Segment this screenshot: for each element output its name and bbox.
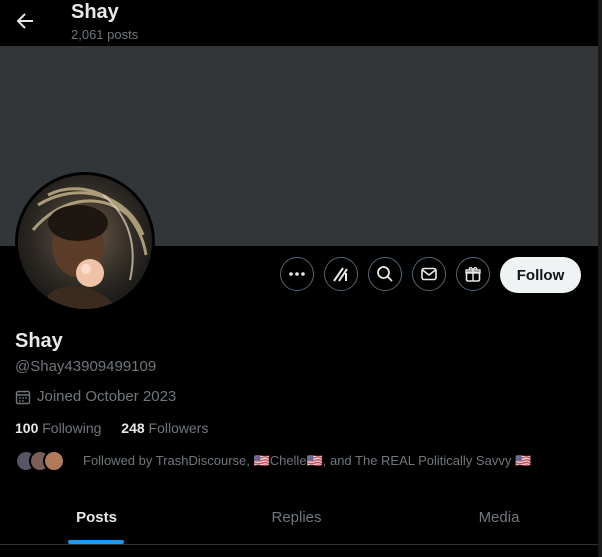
- followed-by-text: Followed by TrashDiscourse, 🇺🇸Chelle🇺🇸, …: [83, 453, 532, 468]
- following-label: Following: [42, 420, 102, 436]
- follow-counts: 100 Following 248 Followers: [15, 420, 224, 436]
- search-icon: [377, 266, 393, 282]
- tab-replies[interactable]: Replies: [200, 490, 393, 544]
- joined-date: Joined October 2023: [15, 388, 176, 405]
- posts-count: 2,061 posts: [71, 27, 139, 42]
- followed-by[interactable]: Followed by TrashDiscourse, 🇺🇸Chelle🇺🇸, …: [15, 450, 531, 472]
- search-button[interactable]: [368, 257, 402, 291]
- back-arrow-icon[interactable]: [13, 9, 37, 33]
- followers-link[interactable]: 248 Followers: [121, 420, 208, 436]
- following-count: 100: [15, 420, 39, 436]
- scrollbar[interactable]: [598, 0, 602, 557]
- avatar[interactable]: [15, 172, 155, 312]
- profile-tabs: Posts Replies Media: [0, 490, 598, 545]
- profile-handle: @Shay43909499109: [15, 358, 157, 375]
- calendar-icon: [15, 390, 31, 404]
- grok-icon: [333, 267, 348, 282]
- gift-icon: [465, 267, 481, 282]
- active-tab-indicator: [68, 540, 124, 544]
- message-button[interactable]: [412, 257, 446, 291]
- follow-button[interactable]: Follow: [500, 257, 581, 293]
- more-options-button[interactable]: [280, 257, 314, 291]
- subscribe-button[interactable]: [456, 257, 490, 291]
- grok-button[interactable]: [324, 257, 358, 291]
- more-dots-icon: [289, 272, 305, 276]
- joined-text: Joined October 2023: [37, 388, 177, 405]
- profile-name: Shay: [15, 330, 63, 352]
- follower-avatar: [43, 450, 65, 472]
- header-title: Shay: [71, 1, 119, 23]
- following-link[interactable]: 100 Following: [15, 420, 101, 436]
- profile-header: Shay 2,061 posts: [0, 0, 602, 46]
- followers-count: 248: [121, 420, 145, 436]
- mail-icon: [421, 267, 437, 281]
- tab-media[interactable]: Media: [400, 490, 598, 544]
- tab-posts[interactable]: Posts: [0, 490, 193, 544]
- followers-label: Followers: [148, 420, 209, 436]
